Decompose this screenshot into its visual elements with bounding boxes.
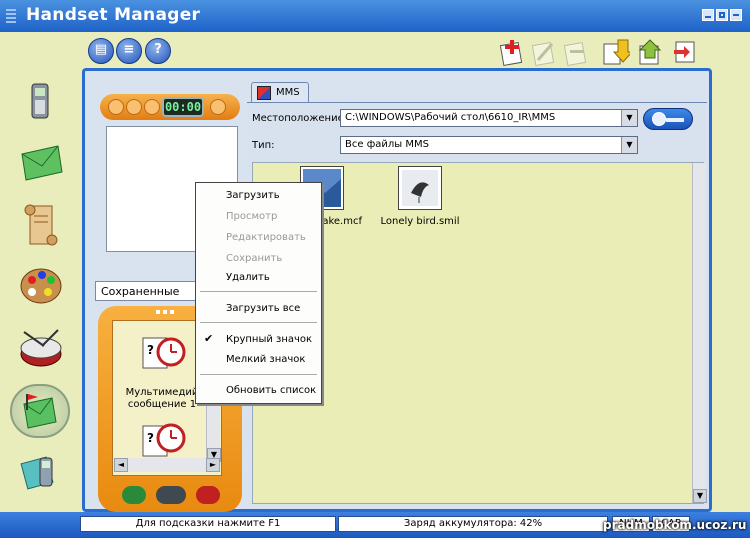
mms-list-hscroll[interactable]: ◄ ► [114,458,220,472]
bird-thumbnail-icon [398,166,442,210]
menu-item-large-icons[interactable]: ✔ Крупный значок [196,329,321,349]
open-icon[interactable]: ▤ [88,38,114,64]
menu-item-small-icons[interactable]: Мелкий значок [196,349,321,369]
delete-icon [562,38,590,66]
chevron-down-icon[interactable]: ▼ [621,137,637,153]
window-title: Handset Manager [26,5,201,25]
phone-icon[interactable] [18,78,64,124]
download-icon[interactable] [602,38,634,66]
mms-icon[interactable] [10,384,70,438]
magnifier-icon [652,112,666,126]
type-combo[interactable]: Все файлы MMS ▼ [340,136,638,154]
end-call-button[interactable] [196,486,220,504]
help-icon[interactable]: ? [145,38,171,64]
status-battery: Заряд аккумулятора: 42% [338,516,608,532]
tab-mms[interactable]: MMS [251,82,309,104]
player-bar: 00:00 [100,94,240,120]
menu-separator [200,374,317,375]
player-button-3[interactable] [144,99,160,115]
sync-icon[interactable] [670,38,698,66]
menu-item-upload-all[interactable]: Загрузить все [196,298,321,318]
menu-separator [200,291,317,292]
handset-icon[interactable] [18,450,64,496]
menu-item-edit: Редактировать [226,232,306,243]
chevron-down-icon[interactable]: ▼ [621,110,637,126]
edit-icon [530,38,558,66]
watermark: pradmobkom.ucoz.ru [603,518,747,532]
menu-separator [200,322,317,323]
list-item[interactable]: ? [114,420,210,463]
close-button[interactable] [730,9,742,21]
scroll-right-icon[interactable]: ► [206,458,220,472]
check-icon: ✔ [204,332,214,345]
svg-text:?: ? [147,343,154,357]
svg-text:?: ? [147,431,154,445]
file-list-vscroll[interactable]: ▼ [692,163,707,503]
file-item[interactable]: Lonely bird.smil [380,166,460,227]
mms-clock-icon: ? [142,423,186,457]
mms-clock-icon: ? [142,337,186,369]
browse-button[interactable] [643,108,693,130]
title-bar: Handset Manager [0,0,750,32]
type-label: Тип: [252,140,275,151]
location-label: Местоположение: [252,113,348,124]
call-button[interactable] [122,486,146,504]
player-button-2[interactable] [126,99,142,115]
frame-dots-icon [156,310,176,314]
menu-item-delete[interactable]: Удалить [196,267,321,287]
drum-icon[interactable] [18,326,64,372]
tab-strip: MMS [245,82,709,104]
scroll-down-icon[interactable]: ▼ [693,489,707,503]
player-button-1[interactable] [108,99,124,115]
status-hint: Для подсказки нажмите F1 [80,516,336,532]
menu-item-refresh[interactable]: Обновить список [196,380,321,400]
mms-tab-icon [257,86,271,100]
window-controls [702,9,742,21]
menu-item-save: Сохранить [226,253,283,264]
timer-display: 00:00 [162,97,204,117]
player-button-4[interactable] [210,99,226,115]
title-grip-icon [6,9,16,23]
list-icon[interactable]: ≡ [116,38,142,64]
menu-item-upload[interactable]: Загрузить [196,185,321,205]
palette-icon[interactable] [18,262,64,308]
context-menu: Загрузить Просмотр Редактировать Сохрани… [195,182,322,404]
menu-button[interactable] [156,486,186,504]
upload-icon[interactable] [636,38,664,66]
menu-item-view: Просмотр [226,211,278,222]
new-icon[interactable] [498,38,526,66]
scroll-icon[interactable] [18,202,64,248]
minimize-button[interactable] [702,9,714,21]
scroll-left-icon[interactable]: ◄ [114,458,128,472]
restore-button[interactable] [716,9,728,21]
location-combo[interactable]: C:\WINDOWS\Рабочий стол\6610_IR\MMS ▼ [340,109,638,127]
message-icon[interactable] [18,140,64,186]
